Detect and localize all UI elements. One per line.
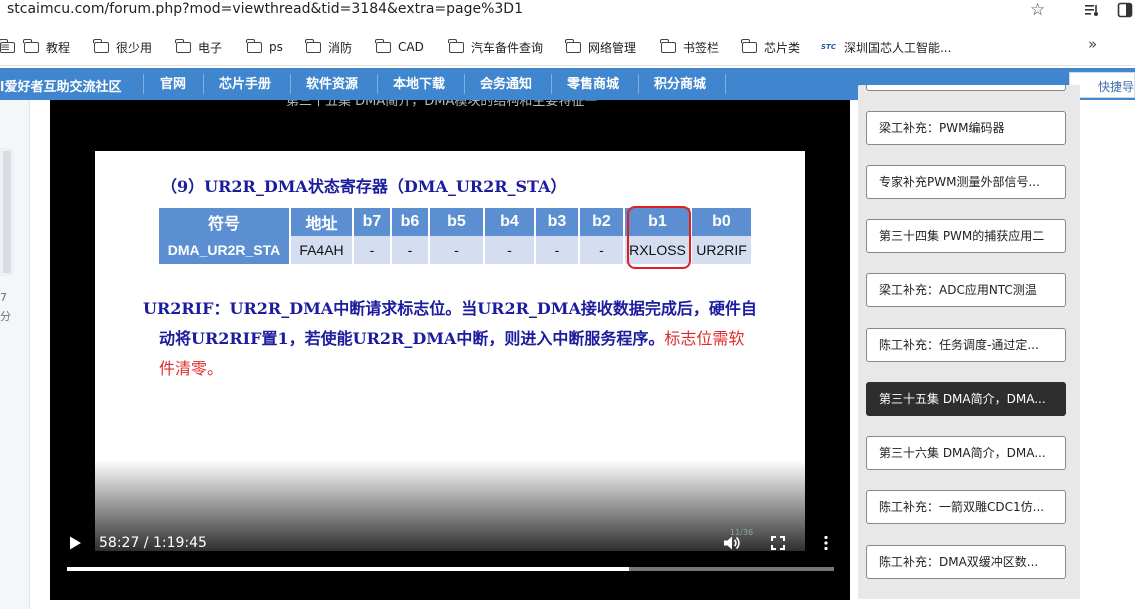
stc-logo-icon: STC <box>821 43 836 51</box>
bookmark-item[interactable]: 教程 <box>23 37 70 57</box>
nav-divider <box>638 74 639 94</box>
bookmark-item[interactable]: CAD <box>375 37 424 57</box>
playlist-item[interactable]: 梁工补充：PWM编码器 <box>866 111 1066 145</box>
table-header-cell: b2 <box>579 208 625 236</box>
playlist-item[interactable]: 陈工补充：任务调度-通过定... <box>866 328 1066 362</box>
bookmark-item[interactable]: 芯片类 <box>741 37 800 57</box>
more-bookmarks-chevron-icon[interactable]: » <box>1088 35 1097 53</box>
nav-divider <box>725 74 726 94</box>
bookmark-item[interactable]: 消防 <box>305 37 352 57</box>
avatar[interactable] <box>0 148 14 276</box>
video-progress-bar[interactable] <box>67 567 834 571</box>
playlist-item[interactable]: 陈工补充：DMA双缓冲区数... <box>866 545 1066 579</box>
table-header-cell: b0 <box>691 208 753 236</box>
nav-divider <box>464 74 465 94</box>
nav-item[interactable]: 积分商城 <box>654 68 706 100</box>
folder-icon <box>565 38 581 53</box>
bookmark-item[interactable]: 网络管理 <box>565 37 636 57</box>
fullscreen-icon[interactable] <box>771 536 785 550</box>
table-cell: - <box>535 236 580 264</box>
nav-divider <box>377 74 378 94</box>
playlist-item[interactable]: 专家补充PWM测量外部信号... <box>866 165 1066 199</box>
para-line-1: UR2RIF：UR2R_DMA中断请求标志位。当UR2R_DMA接收数据完成后，… <box>143 299 757 318</box>
nav-item[interactable]: 芯片手册 <box>219 68 271 100</box>
bookmark-item[interactable]: ps <box>246 37 283 57</box>
reading-list-icon[interactable] <box>1084 2 1100 18</box>
bookmark-item[interactable]: 很少用 <box>93 37 152 57</box>
volume-icon[interactable] <box>722 534 740 552</box>
nav-item[interactable]: 软件资源 <box>306 68 358 100</box>
bookmark-item[interactable]: 电子 <box>175 37 222 57</box>
video-player[interactable]: 第三十五集 DMA简介，DMA模块的结构和主要特征一 （9）UR2R_DMA状态… <box>50 100 850 600</box>
side-panel-icon[interactable] <box>1117 2 1133 18</box>
folder-icon <box>375 38 391 53</box>
bookmark-star-icon[interactable]: ☆ <box>1030 0 1045 20</box>
highlight-box <box>627 206 691 269</box>
table-cell: - <box>579 236 625 264</box>
nav-item[interactable]: 零售商城 <box>567 68 619 100</box>
nav-divider <box>203 74 204 94</box>
playlist-item[interactable]: 第三十六集 DMA简介，DMA... <box>866 436 1066 470</box>
playlist-panel: 梁工补充：PWM编码器 专家补充PWM测量外部信号... 第三十四集 PWM的捕… <box>858 85 1080 599</box>
nav-item[interactable]: 会务通知 <box>480 68 532 100</box>
bookmark-item[interactable]: STC 深圳国芯人工智能... <box>821 37 951 57</box>
playlist-item-active[interactable]: 第三十五集 DMA简介，DMA... <box>866 382 1066 416</box>
playlist-item-partial[interactable] <box>866 85 1066 91</box>
video-progress-fill <box>67 567 630 571</box>
playlist-item[interactable]: 第三十四集 PWM的捕获应用二 <box>866 219 1066 253</box>
table-cell: FA4AH <box>290 236 354 264</box>
play-icon[interactable] <box>67 535 83 551</box>
folder-icon <box>448 38 464 53</box>
table-cell: - <box>484 236 536 264</box>
video-timecode: 58:27 / 1:19:45 <box>99 535 207 551</box>
folder-icon <box>23 38 39 53</box>
playlist-item[interactable]: 陈工补充：一箭双雕CDC1仿... <box>866 490 1066 524</box>
table-cell: DMA_UR2R_STA <box>159 236 291 264</box>
left-edge-glyph: ≡ <box>0 40 11 54</box>
left-stat-unit: 分 <box>0 310 11 323</box>
left-stat-number: 7 <box>0 291 7 304</box>
table-cell: - <box>353 236 392 264</box>
folder-icon <box>246 38 262 53</box>
folder-icon <box>741 38 757 53</box>
nav-item[interactable]: 官网 <box>160 68 186 100</box>
para-line-3: 件清零。 <box>159 359 224 378</box>
site-title[interactable]: l爱好者互助交流社区 <box>0 76 121 95</box>
table-header-cell: b7 <box>353 208 392 236</box>
nav-item[interactable]: 本地下载 <box>393 68 445 100</box>
table-cell: - <box>429 236 485 264</box>
folder-icon <box>175 38 191 53</box>
table-header-cell: 地址 <box>290 208 354 236</box>
table-cell: - <box>391 236 430 264</box>
table-header-cell: b4 <box>484 208 536 236</box>
table-header-cell: b3 <box>535 208 580 236</box>
slide-paragraph: UR2RIF：UR2R_DMA中断请求标志位。当UR2R_DMA接收数据完成后，… <box>143 294 799 384</box>
nav-divider <box>551 74 552 94</box>
url-text[interactable]: stcaimcu.com/forum.php?mod=viewthread&ti… <box>7 1 523 17</box>
table-header-cell: 符号 <box>159 208 291 236</box>
folder-icon <box>93 38 109 53</box>
para-line-2: 动将UR2RIF置1，若使能UR2R_DMA中断，则进入中断服务程序。标志位需软 <box>159 329 745 348</box>
folder-icon <box>660 38 676 53</box>
nav-divider <box>290 74 291 94</box>
slide-heading: （9）UR2R_DMA状态寄存器（DMA_UR2R_STA） <box>161 177 567 196</box>
table-header-cell: b5 <box>429 208 485 236</box>
table-cell: UR2RIF <box>691 236 753 264</box>
bookmark-item[interactable]: 书签栏 <box>660 37 719 57</box>
more-options-icon[interactable] <box>823 535 829 551</box>
address-bar[interactable]: stcaimcu.com/forum.php?mod=viewthread&ti… <box>0 0 1135 24</box>
bookmarks-bar: 教程 很少用 电子 ps 消防 CAD 汽车备件查询 网络管理 书签栏 芯片类 … <box>0 26 1135 66</box>
bookmark-item[interactable]: 汽车备件查询 <box>448 37 543 57</box>
folder-icon <box>305 38 321 53</box>
playlist-item[interactable]: 梁工补充：ADC应用NTC测温 <box>866 273 1066 307</box>
video-ghost-title: 第三十五集 DMA简介，DMA模块的结构和主要特征一 <box>286 100 598 109</box>
table-header-cell: b6 <box>391 208 430 236</box>
nav-divider <box>143 74 144 94</box>
